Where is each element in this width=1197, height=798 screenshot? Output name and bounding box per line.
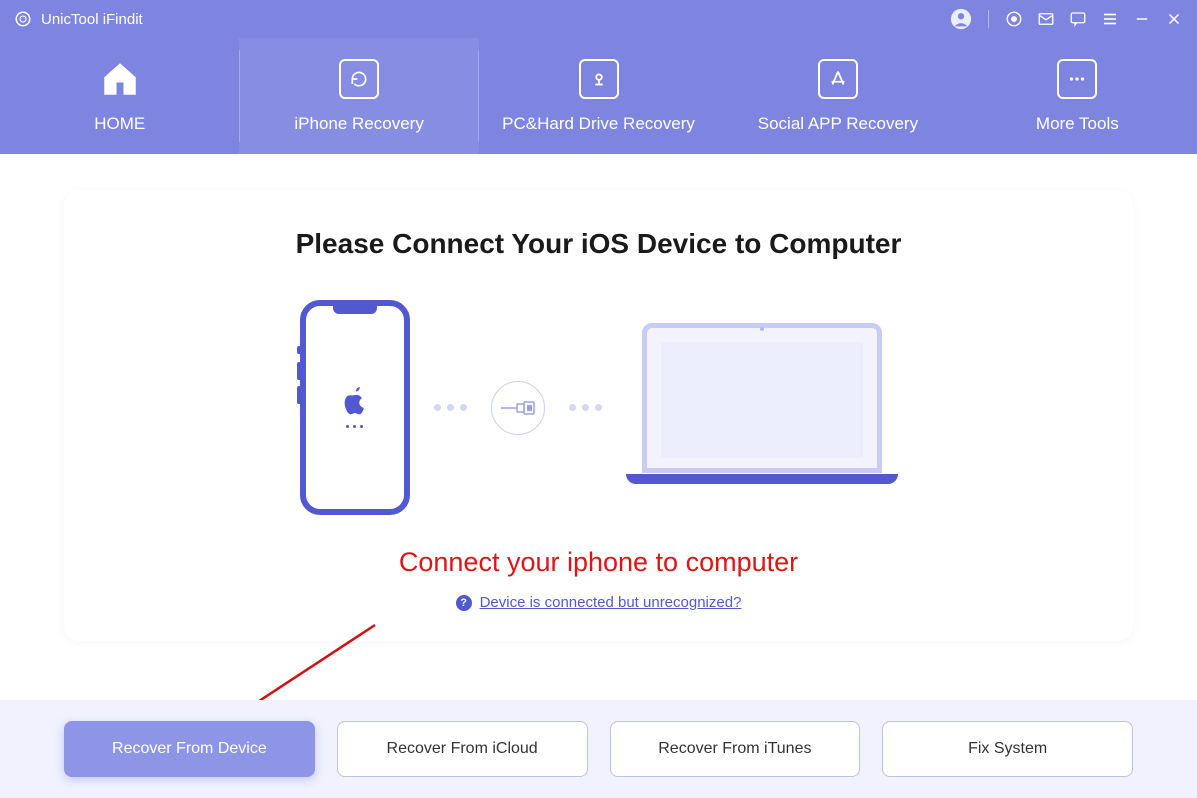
connection-dots-left bbox=[434, 404, 467, 411]
fix-system-button[interactable]: Fix System bbox=[882, 721, 1133, 777]
recover-from-device-button[interactable]: Recover From Device bbox=[64, 721, 315, 777]
refresh-icon bbox=[349, 69, 369, 89]
nav-tab-more-tools[interactable]: More Tools bbox=[958, 38, 1197, 154]
close-icon[interactable] bbox=[1165, 10, 1183, 28]
recover-from-icloud-button[interactable]: Recover From iCloud bbox=[337, 721, 588, 777]
menu-icon[interactable] bbox=[1101, 10, 1119, 28]
usb-cable-icon bbox=[491, 381, 545, 435]
recover-from-itunes-button[interactable]: Recover From iTunes bbox=[610, 721, 861, 777]
app-logo-icon bbox=[14, 10, 32, 28]
nav-tab-iphone-recovery[interactable]: iPhone Recovery bbox=[239, 38, 478, 154]
minimize-icon[interactable] bbox=[1133, 10, 1151, 28]
nav-tab-home[interactable]: HOME bbox=[0, 38, 239, 154]
page-heading: Please Connect Your iOS Device to Comput… bbox=[94, 228, 1103, 260]
iphone-graphic bbox=[300, 300, 410, 515]
connection-dots-right bbox=[569, 404, 602, 411]
app-logo: UnicTool iFindit bbox=[14, 10, 143, 28]
nav-label: More Tools bbox=[1036, 114, 1119, 134]
nav-tab-social-recovery[interactable]: Social APP Recovery bbox=[718, 38, 957, 154]
monitor-icon bbox=[588, 68, 610, 90]
connect-illustration bbox=[94, 300, 1103, 515]
navbar: HOME iPhone Recovery PC&Hard Drive Recov… bbox=[0, 38, 1197, 154]
help-icon: ? bbox=[456, 595, 472, 611]
user-avatar-icon[interactable] bbox=[950, 8, 972, 30]
nav-label: iPhone Recovery bbox=[294, 114, 423, 134]
apple-logo-icon bbox=[342, 387, 368, 417]
device-unrecognized-link[interactable]: Device is connected but unrecognized? bbox=[480, 594, 742, 611]
app-store-icon bbox=[827, 68, 849, 90]
nav-tab-pc-recovery[interactable]: PC&Hard Drive Recovery bbox=[479, 38, 718, 154]
more-icon bbox=[1066, 68, 1088, 90]
content-area: Please Connect Your iOS Device to Comput… bbox=[0, 154, 1197, 641]
target-icon[interactable] bbox=[1005, 10, 1023, 28]
home-icon bbox=[99, 58, 141, 100]
mail-icon[interactable] bbox=[1037, 10, 1055, 28]
nav-label: Social APP Recovery bbox=[758, 114, 918, 134]
help-link-row: ? Device is connected but unrecognized? bbox=[94, 594, 1103, 611]
nav-label: PC&Hard Drive Recovery bbox=[502, 114, 695, 134]
titlebar-actions bbox=[950, 8, 1183, 30]
nav-label: HOME bbox=[94, 114, 145, 134]
bottom-bar: Recover From Device Recover From iCloud … bbox=[0, 700, 1197, 798]
annotation-text: Connect your iphone to computer bbox=[94, 547, 1103, 578]
laptop-graphic bbox=[626, 323, 898, 493]
feedback-icon[interactable] bbox=[1069, 10, 1087, 28]
app-title: UnicTool iFindit bbox=[41, 11, 143, 28]
connect-card: Please Connect Your iOS Device to Comput… bbox=[64, 190, 1133, 641]
titlebar: UnicTool iFindit bbox=[0, 0, 1197, 38]
